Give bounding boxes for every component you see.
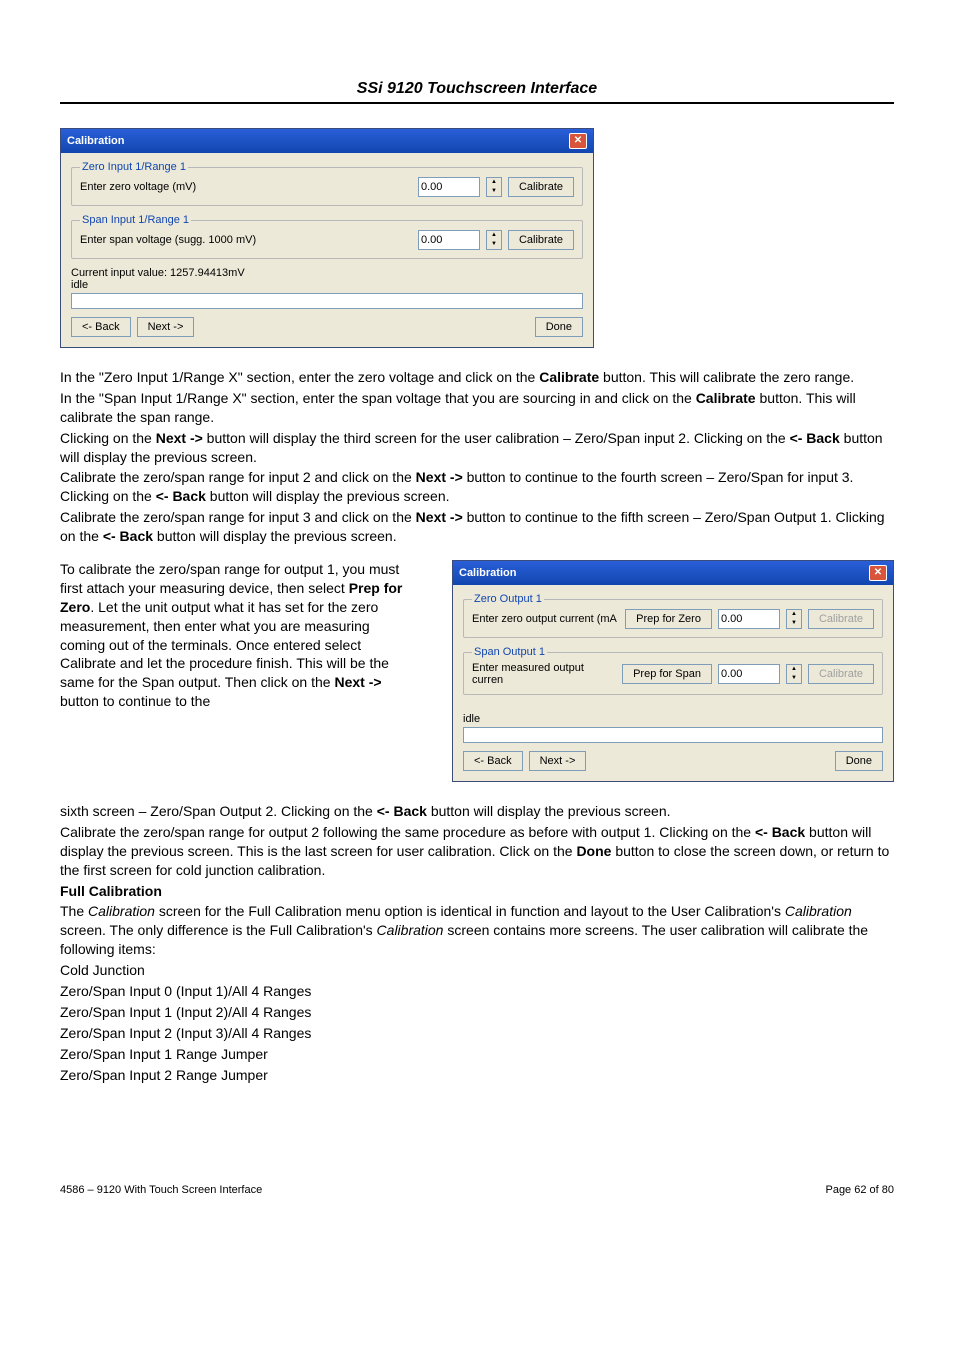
prep-for-zero-button[interactable]: Prep for Zero (625, 609, 712, 629)
text: screen. The only difference is the Full … (60, 922, 377, 938)
idle-text: idle (463, 713, 883, 725)
zero-output-group: Zero Output 1 Enter zero output current … (463, 593, 883, 638)
text: button. This will calibrate the zero ran… (599, 369, 854, 385)
footer-left: 4586 – 9120 With Touch Screen Interface (60, 1184, 262, 1196)
calibration-dialog-2: Calibration ✕ Zero Output 1 Enter zero o… (452, 560, 894, 782)
span-output-calibrate-button[interactable]: Calibrate (808, 664, 874, 684)
zero-voltage-input[interactable] (418, 177, 480, 197)
zero-input-group: Zero Input 1/Range 1 Enter zero voltage … (71, 161, 583, 206)
full-calibration-paragraph: The Calibration screen for the Full Cali… (60, 902, 894, 959)
text-bold: <- Back (156, 488, 206, 504)
list-item: Zero/Span Input 1 Range Jumper (60, 1045, 894, 1064)
done-button[interactable]: Done (835, 751, 883, 771)
chevron-down-icon[interactable]: ▼ (787, 619, 801, 628)
text-bold: Calibrate (696, 390, 756, 406)
chevron-down-icon[interactable]: ▼ (487, 187, 501, 196)
text: button will display the previous screen. (153, 528, 397, 544)
text-bold: Next -> (416, 509, 463, 525)
list-item: Zero/Span Input 0 (Input 1)/All 4 Ranges (60, 982, 894, 1001)
list-item: Cold Junction (60, 961, 894, 980)
current-value-text: Current input value: 1257.94413mV (71, 267, 583, 279)
span-output-input[interactable] (718, 664, 780, 684)
span-voltage-stepper[interactable]: ▲ ▼ (486, 230, 502, 250)
text: Calibrate the zero/span range for output… (60, 824, 755, 840)
body-text-2: sixth screen – Zero/Span Output 2. Click… (60, 802, 894, 880)
calibration-dialog-1: Calibration ✕ Zero Input 1/Range 1 Enter… (60, 128, 594, 348)
list-item: Zero/Span Input 1 (Input 2)/All 4 Ranges (60, 1003, 894, 1022)
span-calibrate-button[interactable]: Calibrate (508, 230, 574, 250)
dialog-title: Calibration (459, 567, 516, 579)
text: The (60, 903, 88, 919)
text-italic: Calibration (377, 922, 444, 938)
done-button[interactable]: Done (535, 317, 583, 337)
text-bold: Next -> (156, 430, 203, 446)
zero-voltage-stepper[interactable]: ▲ ▼ (486, 177, 502, 197)
list-item: Zero/Span Input 2 Range Jumper (60, 1066, 894, 1085)
back-button[interactable]: <- Back (463, 751, 523, 771)
close-icon[interactable]: ✕ (569, 133, 587, 149)
chevron-down-icon[interactable]: ▼ (787, 674, 801, 683)
progress-bar (463, 727, 883, 743)
text-italic: Calibration (88, 903, 155, 919)
text: Calibrate the zero/span range for input … (60, 469, 416, 485)
zero-output-legend: Zero Output 1 (472, 593, 544, 605)
zero-output-label: Enter zero output current (mA (472, 613, 619, 625)
zero-output-input[interactable] (718, 609, 780, 629)
zero-output-calibrate-button[interactable]: Calibrate (808, 609, 874, 629)
text-bold: Calibrate (539, 369, 599, 385)
text: Calibrate the zero/span range for input … (60, 509, 416, 525)
footer-right: Page 62 of 80 (825, 1184, 894, 1196)
prep-for-span-button[interactable]: Prep for Span (622, 664, 712, 684)
progress-bar (71, 293, 583, 309)
chevron-up-icon[interactable]: ▲ (787, 610, 801, 619)
text: In the "Zero Input 1/Range X" section, e… (60, 369, 539, 385)
span-voltage-label: Enter span voltage (sugg. 1000 mV) (80, 234, 412, 246)
zero-calibrate-button[interactable]: Calibrate (508, 177, 574, 197)
zero-voltage-label: Enter zero voltage (mV) (80, 181, 412, 193)
span-input-legend: Span Input 1/Range 1 (80, 214, 191, 226)
zero-output-stepper[interactable]: ▲ ▼ (786, 609, 802, 629)
text: Clicking on the (60, 430, 156, 446)
idle-text: idle (71, 279, 583, 291)
span-output-label: Enter measured output curren (472, 662, 616, 686)
text: sixth screen – Zero/Span Output 2. Click… (60, 803, 377, 819)
body-text-1: In the "Zero Input 1/Range X" section, e… (60, 368, 894, 546)
text: button will display the previous screen. (427, 803, 671, 819)
span-output-group: Span Output 1 Enter measured output curr… (463, 646, 883, 695)
back-button[interactable]: <- Back (71, 317, 131, 337)
chevron-down-icon[interactable]: ▼ (487, 240, 501, 249)
left-column-text: To calibrate the zero/span range for out… (60, 560, 416, 713)
list-item: Zero/Span Input 2 (Input 3)/All 4 Ranges (60, 1024, 894, 1043)
close-icon[interactable]: ✕ (869, 565, 887, 581)
text-bold: <- Back (103, 528, 153, 544)
chevron-up-icon[interactable]: ▲ (787, 665, 801, 674)
text: In the "Span Input 1/Range X" section, e… (60, 390, 696, 406)
text-bold: <- Back (377, 803, 427, 819)
dialog-title: Calibration (67, 135, 124, 147)
text-bold: <- Back (755, 824, 805, 840)
zero-input-legend: Zero Input 1/Range 1 (80, 161, 188, 173)
span-output-legend: Span Output 1 (472, 646, 547, 658)
text: button will display the third screen for… (203, 430, 790, 446)
text: button will display the previous screen. (206, 488, 450, 504)
next-button[interactable]: Next -> (529, 751, 587, 771)
text-bold: <- Back (790, 430, 840, 446)
span-output-stepper[interactable]: ▲ ▼ (786, 664, 802, 684)
text-italic: Calibration (785, 903, 852, 919)
next-button[interactable]: Next -> (137, 317, 195, 337)
text-bold: Done (576, 843, 611, 859)
full-calibration-heading: Full Calibration (60, 882, 894, 901)
text: screen for the Full Calibration menu opt… (155, 903, 785, 919)
text-bold: Next -> (334, 674, 381, 690)
page-title: SSi 9120 Touchscreen Interface (60, 80, 894, 104)
text-bold: Next -> (416, 469, 463, 485)
text: button to continue to the (60, 693, 210, 709)
span-voltage-input[interactable] (418, 230, 480, 250)
chevron-up-icon[interactable]: ▲ (487, 231, 501, 240)
span-input-group: Span Input 1/Range 1 Enter span voltage … (71, 214, 583, 259)
chevron-up-icon[interactable]: ▲ (487, 178, 501, 187)
